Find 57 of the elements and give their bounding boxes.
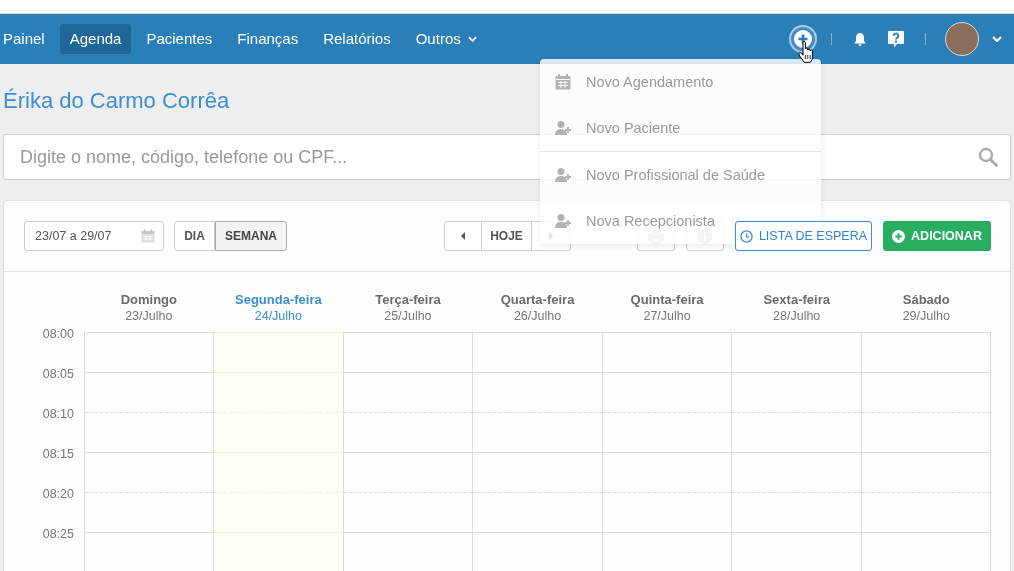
time-label: 08:15 (42, 447, 74, 461)
nav-tab[interactable]: Finanças (227, 24, 309, 54)
day-name: Quarta-feira (500, 292, 575, 308)
nav-tab[interactable]: Agenda (59, 24, 132, 54)
day-date: 27/Julho (643, 308, 691, 325)
nav-tab[interactable]: Pacientes (136, 24, 223, 54)
chevron-down-icon (467, 36, 477, 42)
day-date: 23/Julho (125, 308, 173, 325)
day-column[interactable] (213, 332, 343, 571)
day-name: Sexta-feira (763, 292, 830, 308)
previous-button[interactable] (444, 221, 482, 251)
time-label: 08:10 (42, 407, 74, 421)
time-label: 08:05 (42, 367, 74, 381)
date-range-field[interactable]: 23/07 a 29/07 (24, 221, 164, 251)
day-column[interactable] (342, 332, 473, 571)
day-name: Quinta-feira (630, 292, 704, 308)
clock-icon (739, 229, 753, 243)
time-label: 08:20 (42, 487, 74, 501)
plus-circle-icon (892, 229, 906, 243)
day-date: 25/Julho (384, 308, 432, 325)
day-column[interactable] (84, 332, 214, 571)
day-date: 28/Julho (773, 308, 821, 325)
day-column[interactable] (860, 332, 990, 571)
day-column[interactable] (472, 332, 602, 571)
menu-item[interactable]: Nova Recepcionista (540, 198, 727, 244)
time-label: 08:25 (42, 527, 74, 541)
bell-icon[interactable] (853, 31, 867, 47)
add-button[interactable]: ADICIONAR (883, 221, 991, 251)
menu-item[interactable]: Novo Agendamento (540, 59, 726, 105)
day-date: 29/Julho (902, 308, 950, 325)
day-name: Segunda-feira (235, 292, 322, 308)
view-mode-button[interactable]: DIA (174, 221, 215, 251)
day-name: Terça-feira (375, 292, 441, 308)
day-name: Domingo (120, 292, 177, 308)
caret-left-icon (461, 232, 465, 240)
day-name: Sábado (902, 292, 950, 308)
nav-tab[interactable]: Outros (405, 24, 487, 54)
waitlist-button[interactable]: LISTA DE ESPERA (735, 221, 872, 251)
day-column[interactable] (731, 332, 861, 571)
page-title: Érika do Carmo Corrêa (3, 88, 230, 114)
day-column[interactable] (601, 332, 732, 571)
today-button[interactable]: HOJE (482, 221, 532, 251)
time-label: 08:00 (42, 327, 74, 341)
user-plus-icon (555, 120, 571, 136)
user-plus-icon (555, 213, 571, 229)
nav-tab[interactable]: Relatórios (313, 24, 401, 54)
calendar-icon (555, 74, 571, 90)
nav-tab[interactable]: Painel (0, 24, 55, 54)
view-mode-button[interactable]: SEMANA (215, 221, 287, 251)
day-date: 26/Julho (513, 308, 562, 325)
day-date: 24/Julho (254, 308, 302, 325)
help-icon[interactable] (888, 30, 904, 48)
calendar-icon (141, 229, 155, 243)
user-plus-icon (555, 167, 571, 183)
user-avatar[interactable] (945, 22, 979, 56)
chevron-down-icon[interactable] (992, 36, 1002, 42)
search-icon[interactable] (978, 147, 998, 167)
